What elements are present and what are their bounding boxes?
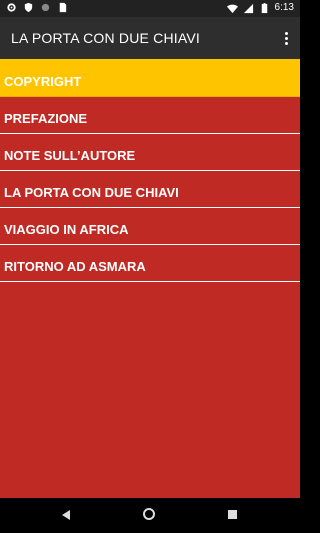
overflow-menu-icon[interactable] [281,28,291,48]
wifi-icon [226,4,238,13]
status-right-icons: 6:13 [226,2,294,14]
menu-item-prefazione[interactable]: PREFAZIONE [0,97,300,134]
menu-item-copyright[interactable]: COPYRIGHT [0,59,300,97]
circle-icon [41,3,50,12]
status-time: 6:13 [274,2,294,13]
shield-icon [24,2,33,13]
menu-item-label: NOTE SULL’AUTORE [4,148,136,163]
status-left-icons [6,2,68,13]
recent-apps-icon[interactable] [228,510,237,519]
back-icon[interactable] [62,510,70,520]
gear-icon [7,3,16,12]
menu-item-label: LA PORTA CON DUE CHIAVI [4,185,179,200]
home-icon[interactable] [143,508,155,520]
navigation-bar [0,498,300,533]
signal-icon [243,3,253,13]
menu-item-label: VIAGGIO IN AFRICA [4,222,129,237]
menu-item-label: COPYRIGHT [4,74,82,89]
app-title: LA PORTA CON DUE CHIAVI [11,30,200,46]
menu-item-la-porta[interactable]: LA PORTA CON DUE CHIAVI [0,171,300,208]
menu-item-label: RITORNO AD ASMARA [4,259,146,274]
app-bar: LA PORTA CON DUE CHIAVI [0,17,300,59]
battery-icon [261,2,267,13]
menu-item-viaggio-africa[interactable]: VIAGGIO IN AFRICA [0,208,300,245]
chapter-list: COPYRIGHT PREFAZIONE NOTE SULL’AUTORE LA… [0,59,300,498]
sd-card-icon [59,2,67,13]
menu-item-label: PREFAZIONE [4,111,88,126]
status-bar: 6:13 [0,0,300,17]
menu-item-note-autore[interactable]: NOTE SULL’AUTORE [0,134,300,171]
menu-item-ritorno-asmara[interactable]: RITORNO AD ASMARA [0,245,300,282]
